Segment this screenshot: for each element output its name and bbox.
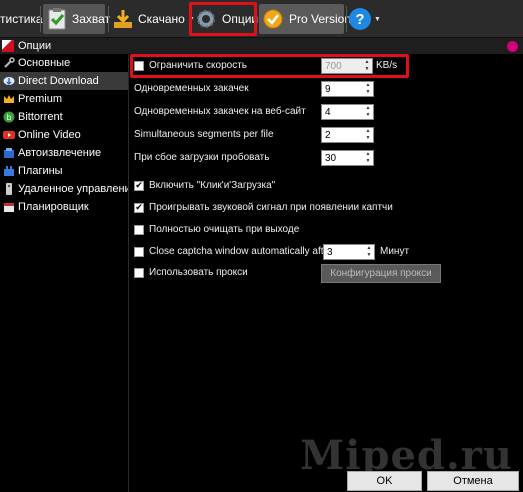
segments-label: Simultaneous segments per file [134,129,274,140]
segments-input[interactable]: 2 ▲ ▼ [321,127,374,143]
close-captcha-label: Close captcha window automatically after… [149,246,336,257]
spinner-arrows-icon[interactable]: ▲ ▼ [363,105,373,119]
sidebar-item-label: Bittorrent [18,111,63,123]
spinner-arrows-icon[interactable]: ▲ ▼ [364,245,374,259]
sidebar-item-online-video[interactable]: Online Video [0,126,128,144]
click-load-label: Включить "Клик'и'Загрузка" [149,180,276,191]
retry-input[interactable]: 30 ▲ ▼ [321,150,374,166]
sidebar-item-premium[interactable]: Premium [0,90,128,108]
sidebar-item-label: Premium [18,93,63,105]
main-toolbar: тистика Захват Скачано ▼ Опции Pro Versi… [0,0,523,38]
sidebar-item-label: Direct Download [18,75,99,87]
segments-value: 2 [325,129,331,141]
click-load-checkbox[interactable]: ✔ [134,180,144,191]
max-downloads-row: Одновременных закачек [134,83,249,94]
sound-captcha-checkbox[interactable]: ✔ [134,202,144,213]
statistics-label: тистика [0,12,43,26]
plugin-icon [3,165,15,177]
window-close-icon[interactable] [507,41,518,52]
use-proxy-row: Использовать прокси [134,267,248,278]
bittorrent-icon: b [3,111,15,123]
chevron-down-icon[interactable]: ▼ [374,16,381,23]
sidebar-item-label: Плагины [18,165,63,177]
remote-icon [3,183,15,195]
sound-captcha-row: ✔ Проигрывать звуковой сигнал при появле… [134,202,393,213]
downloaded-button[interactable]: Скачано ▼ [113,4,195,34]
cancel-button[interactable]: Отмена [427,471,519,491]
clipboard-check-icon [47,8,67,30]
sidebar-item-bittorrent[interactable]: b Bittorrent [0,108,128,126]
clear-on-exit-row: Полностью очищать при выходе [134,224,299,235]
downloaded-label: Скачано [138,12,185,26]
close-captcha-unit: Минут [380,246,410,257]
direct-download-settings: Ограничить скорость 700 ▲ ▼ KB/s Одноврем… [129,54,523,492]
close-captcha-input[interactable]: 3 ▲ ▼ [323,244,375,260]
sidebar-item-autoextract[interactable]: Автоизвлечение [0,144,128,162]
sidebar-item-label: Удаленное управление [18,183,137,195]
clear-on-exit-label: Полностью очищать при выходе [149,224,300,235]
tools-icon [3,57,15,69]
options-sidebar: Основные Direct Download Premium b Bitto… [0,54,137,492]
sidebar-item-remote-control[interactable]: Удаленное управление [0,180,137,198]
toolbar-separator [108,6,109,32]
extract-icon [3,147,15,159]
max-per-site-value: 4 [325,106,331,118]
sidebar-item-scheduler[interactable]: Планировщик [0,198,128,216]
capture-button[interactable]: Захват [43,4,110,34]
toolbar-separator [346,6,347,32]
max-downloads-value: 9 [325,83,331,95]
close-captcha-row: Close captcha window automatically after… [134,246,335,257]
options-window-titlebar: Опции [0,38,523,54]
spinner-arrows-icon[interactable]: ▲ ▼ [363,151,373,165]
app-logo-icon [2,40,14,52]
retry-value: 30 [325,152,337,164]
svg-text:b: b [6,113,11,122]
segments-row: Simultaneous segments per file [134,129,274,140]
close-captcha-value: 3 [327,246,333,258]
sidebar-item-plugins[interactable]: Плагины [0,162,128,180]
max-per-site-input[interactable]: 4 ▲ ▼ [321,104,374,120]
ok-button[interactable]: OK [347,471,422,491]
options-highlight [189,2,257,36]
help-icon: ? [349,8,371,30]
toolbar-separator [40,6,41,32]
limit-speed-highlight [130,54,409,78]
video-icon [3,129,15,141]
pro-version-button[interactable]: Pro Version ▼ [259,4,361,34]
close-captcha-checkbox[interactable] [134,246,144,257]
sidebar-item-label: Основные [18,57,71,69]
max-downloads-input[interactable]: 9 ▲ ▼ [321,81,374,97]
statistics-tab[interactable]: тистика [0,4,43,34]
crown-icon [3,93,15,105]
use-proxy-checkbox[interactable] [134,267,144,278]
clear-on-exit-checkbox[interactable] [134,224,144,235]
spinner-arrows-icon[interactable]: ▲ ▼ [363,82,373,96]
proxy-config-button[interactable]: Конфигурация прокси [321,264,441,283]
sound-captcha-label: Проигрывать звуковой сигнал при появлени… [149,202,393,213]
badge-check-icon [262,8,284,30]
capture-label: Захват [72,12,111,26]
max-per-site-row: Одновременных закачек на веб-сайт [134,106,306,117]
download-icon [113,8,133,30]
click-load-row: ✔ Включить "Клик'и'Загрузка" [134,180,275,191]
close-captcha-unit-row: Минут [380,246,409,257]
help-button[interactable]: ? ▼ [349,4,383,34]
window-title: Опции [18,40,52,52]
sidebar-item-label: Online Video [18,129,81,141]
sidebar-item-label: Планировщик [18,201,89,213]
sidebar-item-general[interactable]: Основные [0,54,128,72]
pro-version-label: Pro Version [289,12,352,26]
sidebar-item-direct-download[interactable]: Direct Download [0,72,128,90]
max-downloads-label: Одновременных закачек [134,83,249,94]
spinner-arrows-icon[interactable]: ▲ ▼ [363,128,373,142]
use-proxy-label: Использовать прокси [149,267,248,278]
calendar-icon [3,201,15,213]
max-per-site-label: Одновременных закачек на веб-сайт [134,106,306,117]
retry-row: При сбое загрузки пробовать [134,152,269,163]
cloud-download-icon [3,75,15,87]
sidebar-item-label: Автоизвлечение [18,147,102,159]
retry-label: При сбое загрузки пробовать [134,152,270,163]
